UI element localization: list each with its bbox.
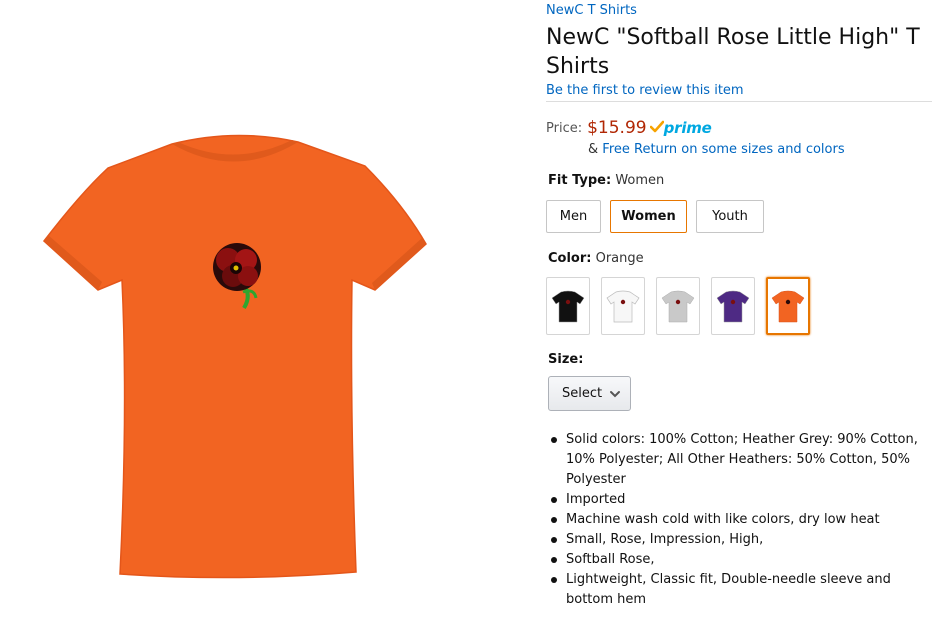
prime-check-icon [649,119,664,138]
bullet-icon [551,557,557,563]
feature-bullets: Solid colors: 100% Cotton; Heather Grey:… [550,430,930,610]
bullet-icon [551,517,557,523]
tshirt-thumbnail-icon [771,290,805,323]
feature-item: Imported [550,490,930,510]
price-row: Price: $15.99 prime [546,116,712,140]
feature-text: Lightweight, Classic fit, Double-needle … [566,572,891,607]
prime-badge[interactable]: prime [649,119,712,138]
free-return-row: & Free Return on some sizes and colors [588,142,845,157]
product-image[interactable] [30,110,450,590]
color-swatch-heather-grey[interactable] [656,277,700,335]
fit-type-options: Men Women Youth [546,200,764,233]
size-label: Size: [548,352,584,367]
chevron-down-icon [609,388,621,404]
feature-item: Softball Rose, [550,550,930,570]
feature-item: Small, Rose, Impression, High, [550,530,930,550]
color-swatch-white[interactable] [601,277,645,335]
fit-type-heading: Fit Type: [548,173,612,188]
feature-text: Solid colors: 100% Cotton; Heather Grey:… [566,432,918,487]
bullet-icon [551,437,557,443]
tshirt-thumbnail-icon [606,290,640,323]
fit-option-men[interactable]: Men [546,200,601,233]
bullet-icon [551,497,557,503]
color-heading: Color: [548,251,592,266]
fit-option-women[interactable]: Women [610,200,687,233]
color-swatch-black[interactable] [546,277,590,335]
size-dropdown[interactable]: Select [548,376,631,411]
tshirt-thumbnail-icon [661,290,695,323]
feature-item: Lightweight, Classic fit, Double-needle … [550,570,930,610]
divider [546,101,932,102]
color-swatches [546,277,810,335]
bullet-icon [551,537,557,543]
feature-text: Softball Rose, [566,552,655,567]
feature-text: Small, Rose, Impression, High, [566,532,764,547]
bullet-icon [551,577,557,583]
fit-option-youth[interactable]: Youth [696,200,764,233]
tshirt-thumbnail-icon [716,290,750,323]
free-return-link[interactable]: Free Return on some sizes and colors [602,142,844,157]
tshirt-thumbnail-icon [551,290,585,323]
price-label: Price: [546,120,583,136]
color-label: Color: Orange [548,251,644,266]
feature-text: Imported [566,492,626,507]
feature-text: Machine wash cold with like colors, dry … [566,512,880,527]
price-value: $15.99 [587,118,647,138]
review-link[interactable]: Be the first to review this item [546,83,744,98]
size-dropdown-value: Select [562,386,603,401]
fit-type-label: Fit Type: Women [548,173,664,188]
feature-item: Machine wash cold with like colors, dry … [550,510,930,530]
fit-type-selected: Women [615,173,665,188]
color-selected: Orange [595,251,644,266]
return-amp: & [588,142,599,157]
brand-link[interactable]: NewC T Shirts [546,3,637,18]
product-title: NewC "Softball Rose Little High" T Shirt… [546,25,920,79]
feature-item: Solid colors: 100% Cotton; Heather Grey:… [550,430,930,490]
prime-label: prime [663,119,712,137]
color-swatch-orange[interactable] [766,277,810,335]
color-swatch-purple[interactable] [711,277,755,335]
